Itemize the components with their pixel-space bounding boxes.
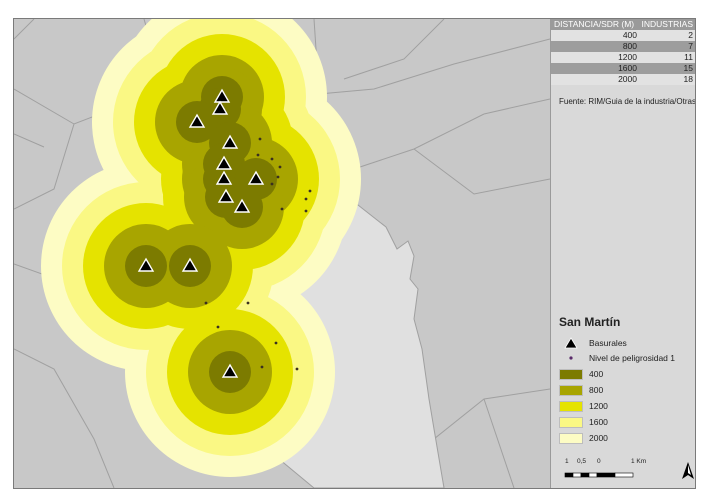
legend-item-ring: 800 bbox=[559, 384, 603, 396]
header-distance: DISTANCIA/SDR (M) bbox=[554, 19, 635, 29]
industry-point[interactable] bbox=[304, 197, 308, 201]
legend-item-ring: 2000 bbox=[559, 432, 608, 444]
industry-point[interactable] bbox=[278, 165, 282, 169]
table-row: 2000 18 bbox=[551, 74, 695, 85]
distance-table: DISTANCIA/SDR (M) INDUSTRIAS 400 2 800 7… bbox=[551, 19, 695, 85]
scale-graphic bbox=[564, 472, 634, 478]
legend-label: 400 bbox=[589, 369, 604, 379]
legend-label: 2000 bbox=[589, 433, 608, 443]
ring-swatch bbox=[559, 432, 583, 444]
scale-label: 1 bbox=[565, 458, 569, 465]
table-header: DISTANCIA/SDR (M) INDUSTRIAS bbox=[551, 19, 695, 30]
legend-item-ring: 1600 bbox=[559, 416, 608, 428]
row-distance: 1200 bbox=[618, 52, 637, 62]
legend-label: Nivel de peligrosidad 1 bbox=[589, 353, 675, 363]
industry-point[interactable] bbox=[258, 137, 262, 141]
ring-swatch bbox=[559, 368, 583, 380]
row-count: 11 bbox=[684, 52, 693, 62]
dot-icon bbox=[559, 355, 583, 361]
industry-point[interactable] bbox=[280, 207, 284, 211]
ring-swatch bbox=[559, 416, 583, 428]
header-industrias: INDUSTRIAS bbox=[641, 19, 693, 29]
row-distance: 2000 bbox=[618, 74, 637, 84]
industry-point[interactable] bbox=[308, 189, 312, 193]
scale-label: 1 Km bbox=[631, 458, 647, 465]
row-count: 2 bbox=[688, 30, 693, 40]
industry-point[interactable] bbox=[274, 341, 278, 345]
map-canvas[interactable] bbox=[14, 19, 550, 488]
north-arrow-icon bbox=[682, 462, 694, 485]
legend-label: Basurales bbox=[589, 338, 627, 348]
industry-point[interactable] bbox=[270, 157, 274, 161]
triangle-icon bbox=[559, 337, 583, 349]
row-distance: 800 bbox=[622, 41, 637, 51]
industry-point[interactable] bbox=[256, 153, 260, 157]
industry-point[interactable] bbox=[260, 365, 264, 369]
industry-point[interactable] bbox=[270, 182, 274, 186]
industry-point[interactable] bbox=[304, 209, 308, 213]
table-row: 400 2 bbox=[551, 30, 695, 41]
source-note: Fuente: RIM/Guia de la industria/Otras bbox=[559, 97, 696, 106]
industry-point[interactable] bbox=[216, 325, 220, 329]
legend-item-basurales: Basurales bbox=[559, 337, 627, 349]
legend-item-ring: 400 bbox=[559, 368, 603, 380]
table-row: 1200 11 bbox=[551, 52, 695, 63]
legend-panel: DISTANCIA/SDR (M) INDUSTRIAS 400 2 800 7… bbox=[550, 19, 696, 488]
map-frame: DISTANCIA/SDR (M) INDUSTRIAS 400 2 800 7… bbox=[13, 18, 696, 489]
industry-point[interactable] bbox=[246, 301, 250, 305]
legend-item-nivel: Nivel de peligrosidad 1 bbox=[559, 352, 675, 364]
scale-bar: 1 0,5 0 1 Km bbox=[559, 458, 649, 485]
row-distance: 1600 bbox=[618, 63, 637, 73]
legend-label: 1600 bbox=[589, 417, 608, 427]
scale-label: 0 bbox=[597, 458, 601, 465]
row-count: 15 bbox=[683, 63, 693, 73]
ring-swatch bbox=[559, 384, 583, 396]
legend-label: 1200 bbox=[589, 401, 608, 411]
scale-label: 0,5 bbox=[577, 458, 587, 465]
row-count: 7 bbox=[688, 41, 693, 51]
industry-point[interactable] bbox=[295, 367, 299, 371]
legend-title: San Martín bbox=[559, 315, 621, 329]
industry-point[interactable] bbox=[276, 175, 280, 179]
row-distance: 400 bbox=[622, 30, 637, 40]
row-count: 18 bbox=[683, 74, 693, 84]
legend-label: 800 bbox=[589, 385, 604, 395]
ring-swatch bbox=[559, 400, 583, 412]
industry-point[interactable] bbox=[204, 301, 208, 305]
table-row: 800 7 bbox=[551, 41, 695, 52]
table-row: 1600 15 bbox=[551, 63, 695, 74]
legend-item-ring: 1200 bbox=[559, 400, 608, 412]
